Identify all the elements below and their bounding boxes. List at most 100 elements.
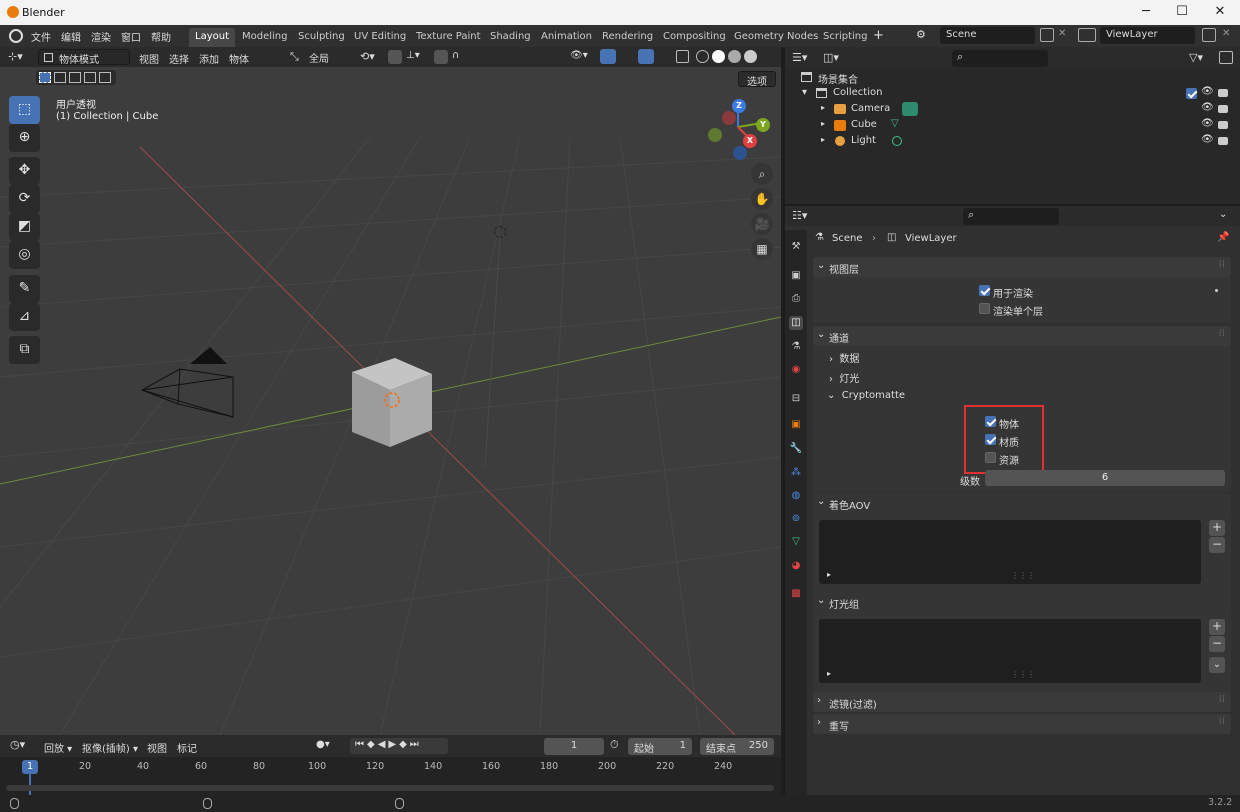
light-subpanel-header[interactable]: › 灯光 <box>829 370 1219 386</box>
levels-slider[interactable]: 6 <box>985 470 1225 486</box>
camera-visibility-icon[interactable]: 👁 <box>1201 102 1214 113</box>
playhead[interactable]: 1 <box>22 760 38 774</box>
snap-target-icon[interactable]: ⊥▾ <box>406 50 420 61</box>
close-button[interactable]: ✕ <box>1202 2 1238 22</box>
aov-list-resize-icon[interactable]: ⋮⋮⋮ <box>1011 571 1035 580</box>
cube-visibility-icon[interactable]: 👁 <box>1201 118 1214 129</box>
editor-type-icon[interactable]: ⊹▾ <box>8 50 23 63</box>
tool-tab-icon[interactable]: ⚒ <box>789 240 803 254</box>
timeline-scrollbar[interactable] <box>6 785 774 791</box>
data-subpanel-header[interactable]: › 数据 <box>829 350 1219 366</box>
select-invert-icon[interactable] <box>84 72 96 83</box>
gizmo-toggle-icon[interactable] <box>600 49 616 64</box>
outliner-row-camera[interactable]: ▸ Camera 👁 <box>785 101 1240 117</box>
select-subtract-icon[interactable] <box>69 72 81 83</box>
light-visibility-icon[interactable]: 👁 <box>1201 134 1214 145</box>
aov-list[interactable]: ▸ ⋮⋮⋮ <box>819 520 1201 584</box>
pivot-icon[interactable]: ⟲▾ <box>360 50 375 63</box>
cryptomatte-object-checkbox[interactable] <box>985 416 996 427</box>
particles-tab-icon[interactable]: ⁂ <box>789 466 803 480</box>
scale-tool[interactable]: ◩ <box>9 213 40 241</box>
tab-layout[interactable]: Layout <box>189 28 235 47</box>
outliner-row-light[interactable]: ▸ Light 👁 <box>785 133 1240 149</box>
viewlayer-icon[interactable] <box>1078 28 1096 42</box>
output-tab-icon[interactable]: ⎙ <box>789 292 803 306</box>
collection-row[interactable]: ▾ Collection 👁 <box>785 85 1240 101</box>
rendered-shading-icon[interactable] <box>744 50 757 63</box>
camera-data-icon[interactable] <box>902 102 918 116</box>
add-cube-tool[interactable]: ⧉ <box>9 336 40 364</box>
menu-window[interactable]: 窗口 <box>121 29 141 44</box>
gizmo-z-axis[interactable]: Z <box>732 99 746 113</box>
minimize-button[interactable]: ─ <box>1128 2 1164 22</box>
scene-collection-row[interactable]: 场景集合 <box>785 69 1240 86</box>
cube-object[interactable] <box>340 352 440 452</box>
tab-geometry-nodes[interactable]: Geometry Nodes <box>728 28 824 47</box>
visibility-icon[interactable]: 👁▾ <box>570 50 588 61</box>
collection-expand-icon[interactable]: ▾ <box>802 87 807 98</box>
new-scene-icon[interactable] <box>1040 28 1054 42</box>
tab-compositing[interactable]: Compositing <box>657 28 732 47</box>
transform-orientation-dropdown[interactable]: 全局 <box>305 49 353 65</box>
light-data-icon[interactable] <box>892 136 902 146</box>
camera-view-icon[interactable]: 🎥 <box>751 213 773 235</box>
pan-hand-icon[interactable]: ✋ <box>751 188 773 210</box>
light-render-icon[interactable] <box>1218 137 1228 145</box>
tab-uv-editing[interactable]: UV Editing <box>348 28 412 47</box>
select-intersect-icon[interactable] <box>99 72 111 83</box>
options-dropdown[interactable]: 选项 <box>738 71 776 88</box>
xray-toggle-icon[interactable] <box>676 50 689 63</box>
timeline-editor-icon[interactable]: ◷▾ <box>10 738 25 751</box>
texture-tab-icon[interactable]: ▩ <box>789 587 803 601</box>
light-groups-subpanel-header[interactable]: ⌄ 灯光组 <box>813 592 1231 612</box>
scene-tab-icon[interactable]: ⚗ <box>789 340 803 354</box>
tab-sculpting[interactable]: Sculpting <box>292 28 351 47</box>
cube-mesh-data-icon[interactable]: ▽ <box>891 118 899 129</box>
transform-tool[interactable]: ◎ <box>9 241 40 269</box>
falloff-icon[interactable]: ∩ <box>452 50 459 61</box>
camera-object[interactable] <box>130 342 250 422</box>
select-new-icon[interactable] <box>39 72 51 83</box>
passes-drag-handle-icon[interactable]: ⁞⁞ <box>1219 328 1225 339</box>
passes-panel-header[interactable]: ⌄ 通道 ⁞⁞ <box>813 326 1231 346</box>
cube-expand-icon[interactable]: ▸ <box>821 119 825 128</box>
collection-visibility-icon[interactable]: 👁 <box>1201 86 1214 97</box>
blender-menu-icon[interactable] <box>9 29 23 43</box>
viewlayer-field[interactable]: ViewLayer <box>1100 27 1195 44</box>
tab-scripting[interactable]: Scripting <box>817 28 873 47</box>
menu-marker[interactable]: 标记 <box>177 740 197 755</box>
menu-render[interactable]: 渲染 <box>91 29 111 44</box>
select-extend-icon[interactable] <box>54 72 66 83</box>
measure-tool[interactable]: ⊿ <box>9 303 40 331</box>
current-frame-field[interactable]: 1 <box>544 738 604 755</box>
cryptomatte-subpanel-header[interactable]: ⌄ Cryptomatte <box>827 390 1217 406</box>
delete-viewlayer-icon[interactable]: ✕ <box>1222 28 1230 39</box>
tab-rendering[interactable]: Rendering <box>596 28 659 47</box>
light-object[interactable] <box>494 226 506 238</box>
playback-controls[interactable]: ⏮◆◀▶◆⏭ <box>350 738 448 754</box>
annotate-tool[interactable]: ✎ <box>9 275 40 303</box>
menu-file[interactable]: 文件 <box>31 29 51 44</box>
3d-viewport[interactable]: ⊹▾ 物体模式 视图 选择 添加 物体 ⤡ 全局 ⟲▾ ⊥▾ ∩ 👁▾ 选项 用… <box>0 47 781 735</box>
scene-field[interactable]: Scene <box>940 27 1035 44</box>
properties-options-icon[interactable]: ⌄ <box>1219 209 1227 220</box>
gizmo-neg-z-axis[interactable] <box>733 146 747 160</box>
modifier-tab-icon[interactable]: 🔧 <box>789 442 803 456</box>
light-groups-list[interactable]: ▸ ⋮⋮⋮ <box>819 619 1201 683</box>
menu-select[interactable]: 选择 <box>169 51 189 66</box>
rotate-tool[interactable]: ⟳ <box>9 185 40 213</box>
record-icon[interactable]: ●▾ <box>316 739 330 750</box>
camera-expand-icon[interactable]: ▸ <box>821 103 825 112</box>
gizmo-neg-x-axis[interactable] <box>722 111 736 125</box>
collection-tab-icon[interactable]: ⊟ <box>789 392 803 406</box>
zoom-icon[interactable]: ⌕ <box>751 163 773 185</box>
outliner-editor-icon[interactable]: ☰▾ <box>792 51 807 64</box>
stopwatch-icon[interactable]: ⏱ <box>610 738 619 752</box>
camera-render-icon[interactable] <box>1218 105 1228 113</box>
cryptomatte-asset-checkbox[interactable] <box>985 452 996 463</box>
collection-render-icon[interactable] <box>1218 89 1228 97</box>
menu-playback[interactable]: 回放 ▾ <box>44 740 72 755</box>
display-mode-icon[interactable]: ◫▾ <box>823 51 839 64</box>
view-layer-panel-header[interactable]: ⌄ 视图层 ⁞⁞ <box>813 257 1231 277</box>
move-tool[interactable]: ✥ <box>9 157 40 185</box>
